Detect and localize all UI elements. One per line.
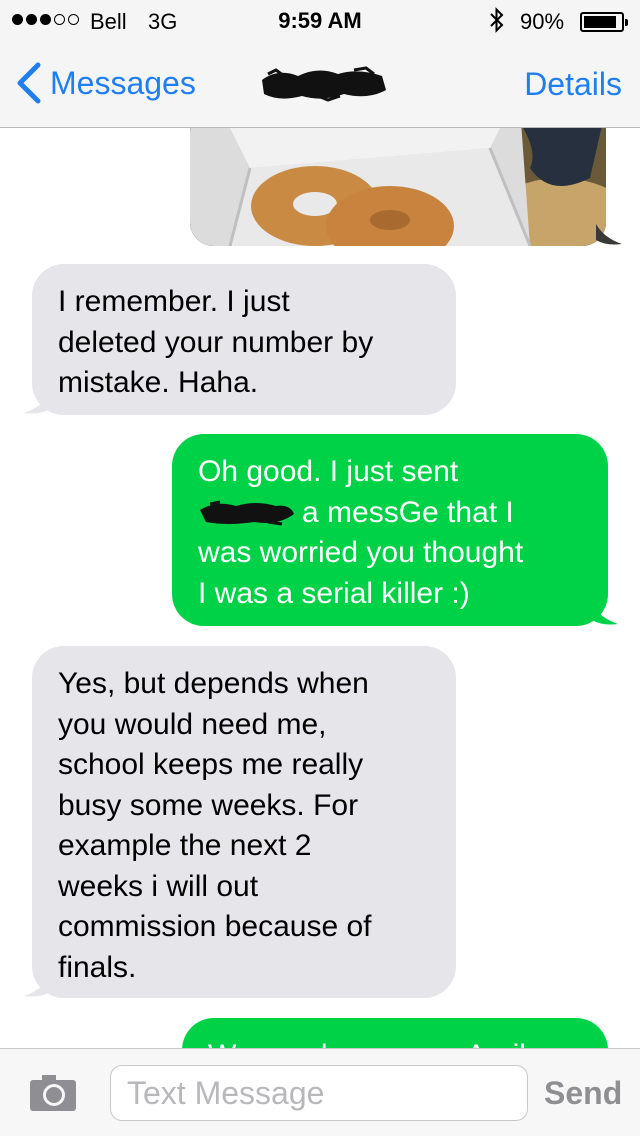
message-text: you would need me, bbox=[58, 707, 327, 741]
message-text: We need someone April bbox=[208, 1036, 584, 1048]
message-input-bar: Send bbox=[0, 1048, 640, 1136]
top-bar: Bell 3G 9:59 AM 90% Messages Details bbox=[0, 0, 640, 128]
message-text: I remember. I just bbox=[58, 285, 290, 318]
bubble-tail bbox=[24, 976, 50, 997]
message-text: I was a serial killer :) bbox=[198, 576, 470, 610]
bubble-tail bbox=[596, 224, 622, 245]
chevron-left-icon bbox=[17, 62, 41, 104]
message-text: deleted your number by bbox=[58, 325, 374, 359]
battery-percentage: 90% bbox=[520, 9, 565, 34]
back-button-label: Messages bbox=[50, 64, 196, 101]
outgoing-message[interactable]: We need someone April bbox=[182, 1018, 608, 1048]
outgoing-message[interactable]: Oh good. I just sent a messGe that I was… bbox=[172, 434, 608, 626]
redacted-name bbox=[200, 500, 294, 525]
camera-icon[interactable] bbox=[28, 1073, 78, 1113]
bubble-tail bbox=[24, 393, 50, 414]
message-text: was worried you thought bbox=[198, 536, 524, 569]
message-thread[interactable]: I remember. I just deleted your number b… bbox=[0, 128, 640, 1048]
outgoing-photo-message[interactable] bbox=[190, 128, 606, 246]
message-text: Yes, but depends when bbox=[58, 667, 369, 700]
message-text: busy some weeks. For bbox=[58, 788, 359, 822]
message-text: mistake. Haha. bbox=[58, 366, 259, 399]
message-text: weeks i will out bbox=[58, 869, 259, 903]
battery-icon bbox=[580, 12, 628, 32]
status-bar: Bell 3G 9:59 AM 90% bbox=[0, 0, 640, 40]
redacted-contact-name bbox=[262, 66, 386, 102]
message-text: Oh good. I just sent bbox=[198, 455, 459, 488]
bluetooth-icon bbox=[490, 7, 504, 33]
bubble-tail bbox=[592, 604, 618, 625]
details-button[interactable]: Details bbox=[524, 66, 622, 103]
text-message-input[interactable] bbox=[110, 1065, 528, 1121]
donut-box-photo bbox=[190, 128, 606, 246]
navigation-bar: Messages Details bbox=[0, 40, 640, 128]
message-text: commission because of bbox=[58, 910, 372, 943]
message-text: school keeps me really bbox=[58, 748, 364, 781]
message-text: a messGe that I bbox=[302, 495, 514, 529]
message-text: finals. bbox=[58, 950, 137, 984]
message-text: example the next 2 bbox=[58, 829, 312, 862]
incoming-message[interactable]: I remember. I just deleted your number b… bbox=[32, 264, 456, 415]
back-button[interactable]: Messages bbox=[14, 62, 196, 104]
send-button[interactable]: Send bbox=[544, 1075, 622, 1112]
incoming-message[interactable]: Yes, but depends when you would need me,… bbox=[32, 646, 456, 998]
